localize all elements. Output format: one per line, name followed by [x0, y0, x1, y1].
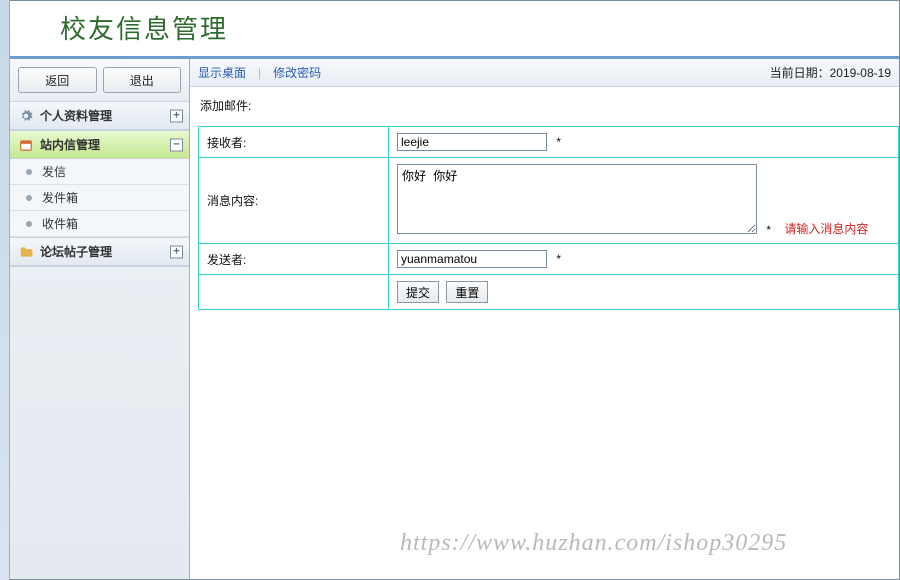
required-mark: *	[556, 135, 561, 149]
date-value: 2019-08-19	[830, 66, 891, 80]
sidebar-item-send[interactable]: 发信	[10, 159, 189, 185]
acc-forum-title: 论坛帖子管理	[40, 243, 112, 260]
collapse-icon[interactable]: −	[170, 138, 183, 151]
sidebar-item-label: 发信	[42, 163, 66, 180]
acc-personal-title: 个人资料管理	[40, 107, 112, 124]
separator: |	[258, 66, 261, 80]
bullet-icon	[26, 169, 32, 175]
left-strip	[0, 0, 10, 580]
watermark: https://www.huzhan.com/ishop30295	[400, 530, 787, 557]
reset-button[interactable]: 重置	[446, 281, 488, 303]
recipient-input[interactable]	[397, 133, 547, 151]
required-mark: *	[556, 252, 561, 266]
expand-icon[interactable]: +	[170, 109, 183, 122]
sidebar: 返回 退出 个人资料管理 + 站内信管理 −	[10, 59, 190, 579]
row-recipient: 接收者: *	[199, 127, 899, 158]
acc-personal: 个人资料管理 +	[10, 102, 189, 131]
form-table: 接收者: * 消息内容: * 请输入消息内容	[198, 126, 899, 310]
sidebar-item-inbox[interactable]: 收件箱	[10, 211, 189, 237]
row-actions: 提交 重置	[199, 275, 899, 310]
content-textarea[interactable]	[397, 164, 757, 234]
row-sender: 发送者: *	[199, 244, 899, 275]
date-display: 当前日期：2019-08-19	[770, 64, 891, 81]
expand-icon[interactable]: +	[170, 245, 183, 258]
acc-forum: 论坛帖子管理 +	[10, 238, 189, 267]
folder-icon	[18, 244, 34, 260]
acc-mail: 站内信管理 − 发信 发件箱 收件箱	[10, 131, 189, 238]
sidebar-item-label: 发件箱	[42, 189, 78, 206]
section-title: 添加邮件:	[198, 97, 899, 114]
sidebar-top-buttons: 返回 退出	[10, 59, 189, 102]
page-title: 校友信息管理	[60, 9, 899, 46]
sender-input[interactable]	[397, 250, 547, 268]
content-label: 消息内容:	[199, 158, 389, 244]
change-password-link[interactable]: 修改密码	[273, 64, 321, 81]
acc-personal-head[interactable]: 个人资料管理 +	[10, 102, 189, 130]
acc-mail-title: 站内信管理	[40, 136, 100, 153]
required-mark: *	[766, 223, 771, 237]
sidebar-item-outbox[interactable]: 发件箱	[10, 185, 189, 211]
sender-label: 发送者:	[199, 244, 389, 275]
bullet-icon	[26, 221, 32, 227]
recipient-label: 接收者:	[199, 127, 389, 158]
exit-button[interactable]: 退出	[103, 67, 182, 93]
back-button[interactable]: 返回	[18, 67, 97, 93]
header: 校友信息管理	[10, 1, 899, 59]
topbar: 显示桌面 | 修改密码 当前日期：2019-08-19	[190, 59, 899, 87]
bullet-icon	[26, 195, 32, 201]
acc-mail-items: 发信 发件箱 收件箱	[10, 159, 189, 237]
date-label: 当前日期：	[770, 66, 830, 80]
sidebar-item-label: 收件箱	[42, 215, 78, 232]
calendar-icon	[18, 137, 34, 153]
content-error: 请输入消息内容	[784, 222, 868, 236]
row-content: 消息内容: * 请输入消息内容	[199, 158, 899, 244]
main: 添加邮件: 接收者: * 消息内容: * 请	[190, 87, 899, 579]
show-desktop-link[interactable]: 显示桌面	[198, 64, 246, 81]
body: 返回 退出 个人资料管理 + 站内信管理 −	[10, 59, 899, 579]
gear-icon	[18, 108, 34, 124]
acc-forum-head[interactable]: 论坛帖子管理 +	[10, 238, 189, 266]
content: 显示桌面 | 修改密码 当前日期：2019-08-19 添加邮件: 接收者: *	[190, 59, 899, 579]
submit-button[interactable]: 提交	[397, 281, 439, 303]
app-window: 校友信息管理 返回 退出 个人资料管理 +	[10, 0, 900, 580]
empty-cell	[199, 275, 389, 310]
acc-mail-head[interactable]: 站内信管理 −	[10, 131, 189, 159]
